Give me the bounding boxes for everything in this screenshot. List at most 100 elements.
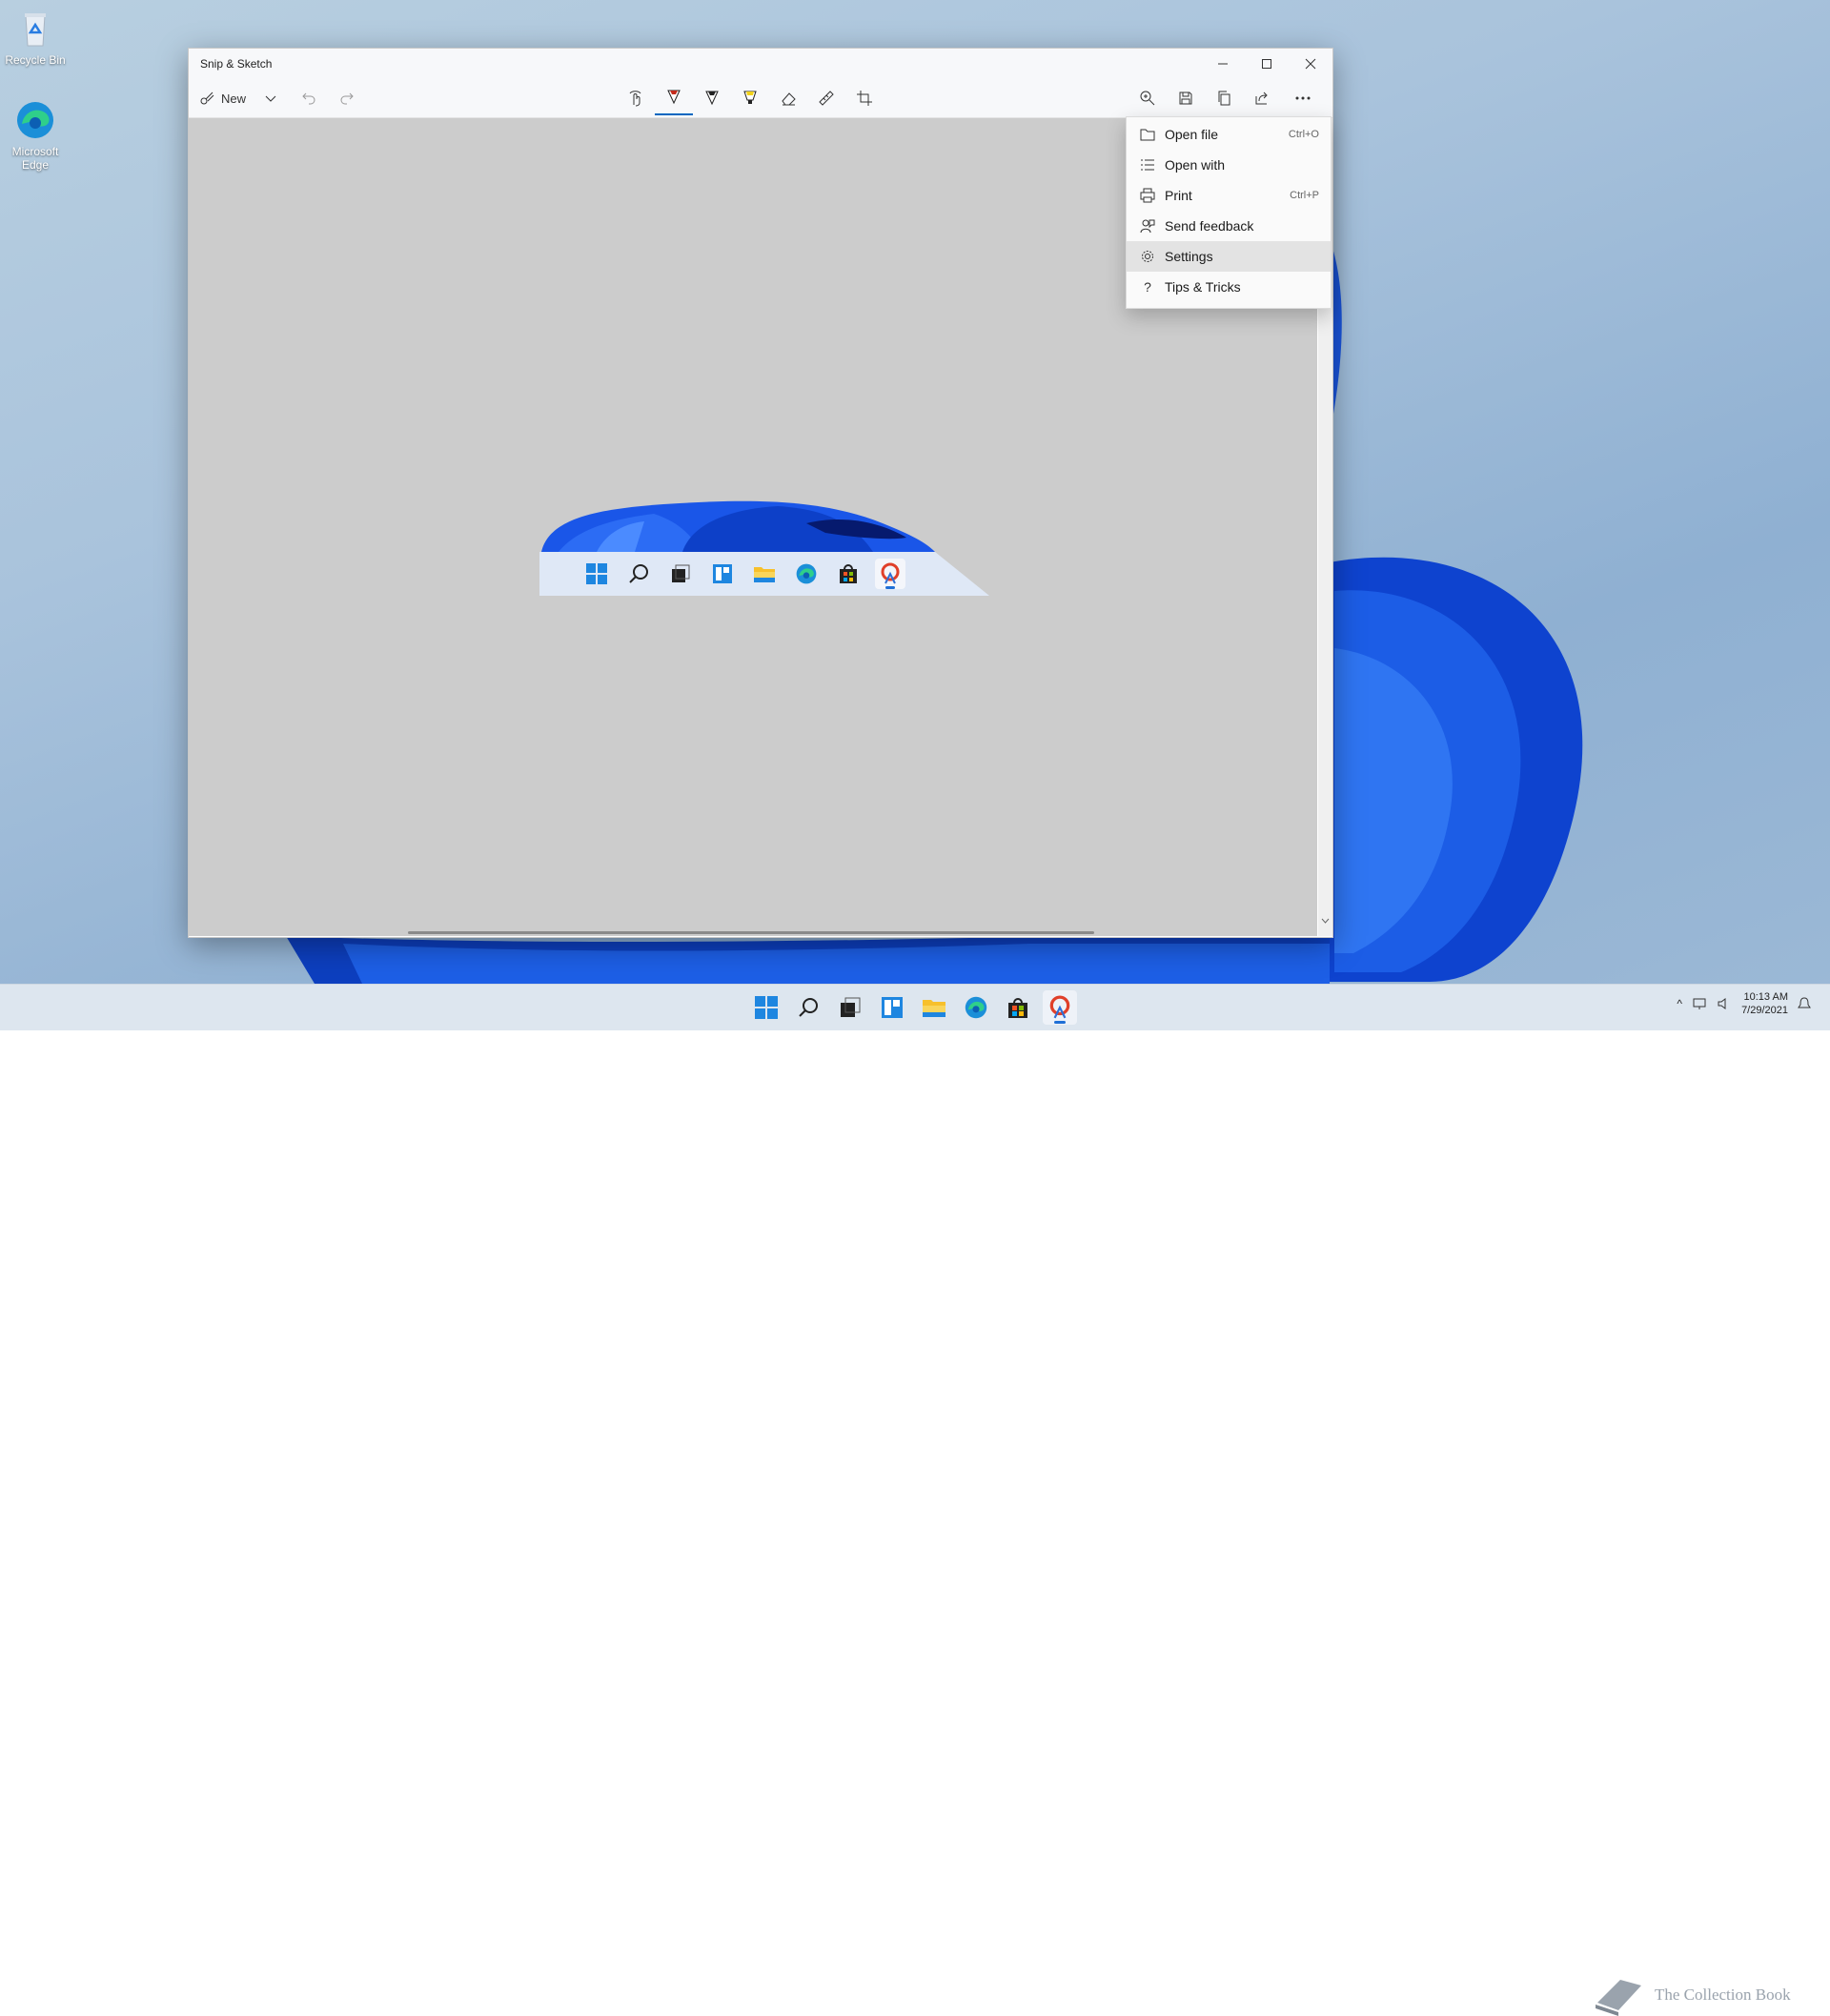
- active-indicator: [1054, 1021, 1066, 1024]
- menu-item-shortcut: Ctrl+P: [1290, 190, 1319, 201]
- file-explorer-icon: [923, 1000, 946, 1017]
- eraser-icon: [782, 92, 796, 106]
- close-button[interactable]: [1289, 49, 1332, 79]
- menu-item-label: Settings: [1165, 249, 1213, 264]
- toolbar: New: [189, 79, 1332, 118]
- question-icon: ?: [1144, 279, 1151, 295]
- clock[interactable]: 10:13 AM 7/29/2021: [1741, 990, 1788, 1017]
- menu-item-label: Tips & Tricks: [1165, 279, 1241, 295]
- list-icon: [1138, 155, 1157, 174]
- widgets-icon: [882, 997, 903, 1018]
- horizontal-scrollbar[interactable]: [408, 931, 1094, 934]
- touch-writing-icon: [629, 91, 641, 107]
- minimize-button[interactable]: [1201, 49, 1245, 79]
- clock-date: 7/29/2021: [1741, 1005, 1788, 1016]
- save-button[interactable]: [1167, 81, 1205, 115]
- watermark: The Collection Book: [1592, 1974, 1791, 2016]
- share-icon: [1255, 92, 1268, 105]
- store-button[interactable]: [1001, 990, 1035, 1025]
- ballpoint-pen-button[interactable]: [655, 81, 693, 115]
- edge-button[interactable]: [959, 990, 993, 1025]
- scroll-down-icon: [1321, 918, 1330, 924]
- ruler-icon: [819, 91, 834, 106]
- clock-time: 10:13 AM: [1743, 991, 1788, 1003]
- volume-icon[interactable]: [1717, 997, 1732, 1010]
- title-bar[interactable]: Snip & Sketch: [189, 49, 1332, 79]
- ballpoint-pen-icon: [667, 90, 681, 105]
- overflow-menu: Open file Ctrl+O Open with Print Ctrl+P …: [1126, 116, 1332, 309]
- zoom-icon: [1140, 91, 1155, 106]
- widgets-button[interactable]: [875, 990, 909, 1025]
- edge-icon: [14, 99, 56, 141]
- file-explorer-button[interactable]: [917, 990, 951, 1025]
- search-icon: [799, 998, 818, 1017]
- network-icon[interactable]: [1692, 997, 1707, 1010]
- menu-item-label: Open file: [1165, 127, 1219, 142]
- taskbar-icons: [749, 990, 1077, 1025]
- highlighter-icon: [743, 91, 757, 104]
- menu-item-label: Print: [1165, 188, 1192, 203]
- pencil-icon: [705, 91, 719, 106]
- new-label: New: [221, 91, 247, 106]
- menu-item-settings[interactable]: Settings: [1127, 241, 1331, 272]
- edge-icon: [965, 996, 987, 1019]
- recycle-bin-icon: [14, 8, 56, 50]
- widgets-icon: [707, 559, 738, 589]
- task-view-button[interactable]: [833, 990, 867, 1025]
- copy-icon: [1218, 91, 1230, 106]
- feedback-icon: [1138, 216, 1157, 235]
- crop-button[interactable]: [845, 81, 884, 115]
- search-button[interactable]: [791, 990, 825, 1025]
- watermark-text: The Collection Book: [1655, 1985, 1791, 2004]
- notifications-icon[interactable]: [1798, 997, 1811, 1010]
- right-tools: [1128, 81, 1325, 115]
- undo-button[interactable]: [290, 81, 328, 115]
- desktop-icon-edge[interactable]: Microsoft Edge: [0, 99, 73, 172]
- crop-icon: [857, 91, 872, 106]
- menu-item-open-file[interactable]: Open file Ctrl+O: [1127, 119, 1331, 150]
- menu-item-send-feedback[interactable]: Send feedback: [1127, 211, 1331, 241]
- start-button[interactable]: [749, 990, 783, 1025]
- snip-sketch-button[interactable]: [1043, 990, 1077, 1025]
- minimize-icon: [1218, 63, 1228, 65]
- touch-writing-button[interactable]: [617, 81, 655, 115]
- save-icon: [1179, 92, 1192, 105]
- new-dropdown-button[interactable]: [252, 81, 290, 115]
- close-icon: [1305, 58, 1316, 70]
- redo-button[interactable]: [328, 81, 366, 115]
- file-explorer-icon: [749, 559, 780, 589]
- book-icon: [1596, 1980, 1641, 2016]
- printer-icon: [1138, 186, 1157, 205]
- menu-item-tips-tricks[interactable]: ? Tips & Tricks: [1127, 272, 1331, 302]
- menu-item-print[interactable]: Print Ctrl+P: [1127, 180, 1331, 211]
- desktop-icon-label: Microsoft Edge: [11, 145, 59, 172]
- zoom-button[interactable]: [1128, 81, 1167, 115]
- share-button[interactable]: [1243, 81, 1281, 115]
- redo-icon: [340, 92, 354, 105]
- more-button[interactable]: [1281, 81, 1325, 115]
- menu-item-label: Send feedback: [1165, 218, 1254, 234]
- start-icon: [755, 996, 778, 1019]
- more-icon: [1295, 96, 1311, 100]
- task-view-icon: [841, 997, 861, 1017]
- eraser-button[interactable]: [769, 81, 807, 115]
- search-icon: [623, 559, 654, 589]
- maximize-icon: [1262, 59, 1271, 69]
- desktop-icon-label: Recycle Bin: [5, 53, 66, 67]
- maximize-button[interactable]: [1245, 49, 1289, 79]
- new-snip-button[interactable]: New: [198, 81, 246, 115]
- copy-button[interactable]: [1205, 81, 1243, 115]
- ink-tools: [617, 81, 884, 115]
- ruler-button[interactable]: [807, 81, 845, 115]
- menu-item-open-with[interactable]: Open with: [1127, 150, 1331, 180]
- new-snip-icon: [200, 92, 214, 105]
- store-icon: [833, 559, 864, 589]
- edge-icon: [791, 559, 822, 589]
- highlighter-button[interactable]: [731, 81, 769, 115]
- desktop-icon-recycle-bin[interactable]: Recycle Bin: [0, 8, 73, 67]
- pencil-button[interactable]: [693, 81, 731, 115]
- start-icon: [581, 559, 612, 589]
- chevron-up-icon[interactable]: ^: [1677, 997, 1682, 1010]
- snip-sketch-icon: [1049, 995, 1070, 1019]
- store-icon: [1008, 998, 1027, 1018]
